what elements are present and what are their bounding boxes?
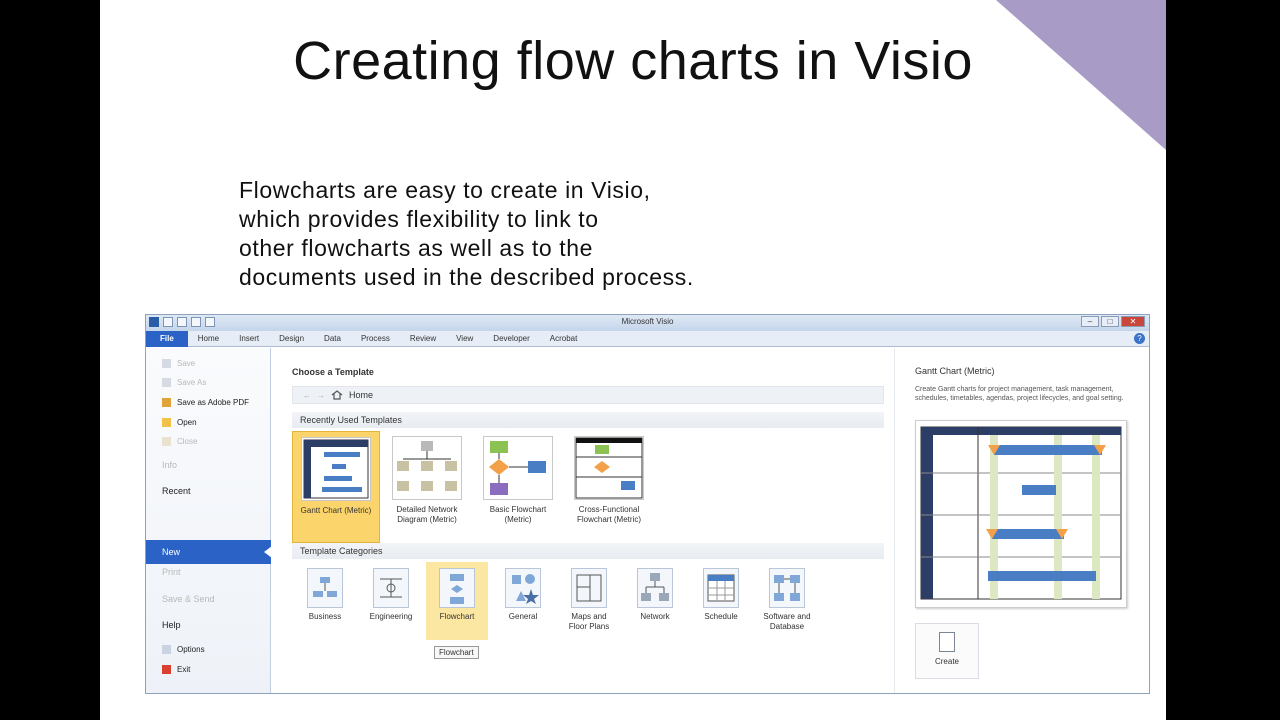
slide: Creating flow charts in Visio Flowcharts… xyxy=(100,0,1166,720)
backstage-save-pdf[interactable]: Save as Adobe PDF xyxy=(162,398,249,407)
template-label: (Metric) xyxy=(504,515,532,524)
slide-title: Creating flow charts in Visio xyxy=(293,31,973,91)
template-gallery: Choose a Template ← → Home Recently Used… xyxy=(286,348,886,693)
home-breadcrumb[interactable]: Home xyxy=(349,390,373,400)
engineering-icon xyxy=(373,568,409,608)
category-business[interactable]: Business xyxy=(294,562,356,640)
slide-body-text: Flowcharts are easy to create in Visio, … xyxy=(239,176,799,292)
minimize-button[interactable]: – xyxy=(1081,316,1099,327)
ribbon-tabs: File Home Insert Design Data Process Rev… xyxy=(146,330,1149,347)
template-preview-pane: Gantt Chart (Metric) Create Gantt charts… xyxy=(894,348,1149,693)
template-label: Gantt Chart (Metric) xyxy=(300,506,372,515)
tab-process[interactable]: Process xyxy=(351,334,400,343)
template-cross-functional[interactable]: Cross-Functional Flowchart (Metric) xyxy=(565,431,653,543)
template-gantt-chart[interactable]: Gantt Chart (Metric) xyxy=(292,431,380,543)
backstage-nav: Save Save As Save as Adobe PDF Open Clos… xyxy=(146,348,272,693)
network-thumbnail xyxy=(392,436,462,500)
close-file-icon xyxy=(162,437,171,446)
app-title: Microsoft Visio xyxy=(621,317,674,326)
recent-templates-header: Recently Used Templates xyxy=(292,412,884,428)
save-as-icon xyxy=(162,378,171,387)
tab-home[interactable]: Home xyxy=(188,334,229,343)
body-line: other flowcharts as well as to the xyxy=(239,235,594,261)
flowchart-icon xyxy=(439,568,475,608)
title-bar: Microsoft Visio – □ ✕ xyxy=(146,315,1149,331)
category-general[interactable]: General xyxy=(492,562,554,640)
backstage-recent[interactable]: Recent xyxy=(162,486,191,496)
category-network[interactable]: Network xyxy=(624,562,686,640)
backstage-new[interactable]: New xyxy=(146,540,272,564)
gallery-nav-bar: ← → Home xyxy=(292,386,884,404)
flowchart-thumbnail xyxy=(483,436,553,500)
window-controls: – □ ✕ xyxy=(1081,316,1145,327)
exit-icon xyxy=(162,665,171,674)
flowchart-tooltip: Flowchart xyxy=(434,646,479,659)
general-icon xyxy=(505,568,541,608)
calendar-icon xyxy=(703,568,739,608)
save-icon xyxy=(162,359,171,368)
template-label: Diagram (Metric) xyxy=(397,515,457,524)
maximize-button[interactable]: □ xyxy=(1101,316,1119,327)
help-icon[interactable]: ? xyxy=(1134,333,1145,344)
network-icon xyxy=(637,568,673,608)
backstage-print[interactable]: Print xyxy=(162,567,181,577)
backstage-options[interactable]: Options xyxy=(162,645,205,654)
preview-title: Gantt Chart (Metric) xyxy=(915,366,995,376)
tab-data[interactable]: Data xyxy=(314,334,351,343)
visio-window: Microsoft Visio – □ ✕ File Home Insert D… xyxy=(145,314,1150,694)
backstage-help[interactable]: Help xyxy=(162,620,181,630)
template-label: Detailed Network xyxy=(396,505,458,514)
tab-acrobat[interactable]: Acrobat xyxy=(540,334,588,343)
backstage-save[interactable]: Save xyxy=(162,359,195,368)
home-icon[interactable] xyxy=(331,390,343,400)
tab-view[interactable]: View xyxy=(446,334,483,343)
body-line: Flowcharts are easy to create in Visio, xyxy=(239,177,651,203)
software-database-icon xyxy=(769,568,805,608)
new-document-icon xyxy=(939,632,955,652)
category-software-database[interactable]: Software and Database xyxy=(756,562,818,640)
preview-description: Create Gantt charts for project manageme… xyxy=(915,386,1124,402)
category-engineering[interactable]: Engineering xyxy=(360,562,422,640)
template-detailed-network[interactable]: Detailed Network Diagram (Metric) xyxy=(383,431,471,543)
back-icon[interactable]: ← xyxy=(303,391,311,400)
backstage-save-as[interactable]: Save As xyxy=(162,378,206,387)
gantt-preview-image xyxy=(915,420,1127,608)
tab-review[interactable]: Review xyxy=(400,334,446,343)
gallery-heading: Choose a Template xyxy=(292,367,374,377)
folder-icon xyxy=(162,418,171,427)
tab-insert[interactable]: Insert xyxy=(229,334,269,343)
pdf-icon xyxy=(162,398,171,407)
category-schedule[interactable]: Schedule xyxy=(690,562,752,640)
backstage-open[interactable]: Open xyxy=(162,418,197,427)
create-button[interactable]: Create xyxy=(915,623,979,679)
template-basic-flowchart[interactable]: Basic Flowchart (Metric) xyxy=(474,431,562,543)
cross-functional-thumbnail xyxy=(574,436,644,500)
backstage-info[interactable]: Info xyxy=(162,460,177,470)
tab-design[interactable]: Design xyxy=(269,334,314,343)
business-icon xyxy=(307,568,343,608)
backstage-close[interactable]: Close xyxy=(162,437,197,446)
tab-developer[interactable]: Developer xyxy=(483,334,539,343)
backstage-save-send[interactable]: Save & Send xyxy=(162,594,215,604)
backstage-exit[interactable]: Exit xyxy=(162,665,190,674)
options-icon xyxy=(162,645,171,654)
template-label: Basic Flowchart xyxy=(489,505,547,514)
template-label: Flowchart (Metric) xyxy=(576,515,641,524)
body-line: which provides flexibility to link to xyxy=(239,206,599,232)
close-button[interactable]: ✕ xyxy=(1121,316,1145,327)
gantt-thumbnail xyxy=(301,437,371,501)
template-label: Cross-Functional xyxy=(578,505,640,514)
maps-icon xyxy=(571,568,607,608)
forward-icon[interactable]: → xyxy=(317,391,325,400)
body-line: documents used in the described process. xyxy=(239,264,694,290)
category-maps-floor-plans[interactable]: Maps and Floor Plans xyxy=(558,562,620,640)
category-flowchart[interactable]: Flowchart xyxy=(426,562,488,640)
create-label: Create xyxy=(934,657,959,666)
tab-file[interactable]: File xyxy=(146,330,188,347)
template-categories-header: Template Categories xyxy=(292,543,884,559)
